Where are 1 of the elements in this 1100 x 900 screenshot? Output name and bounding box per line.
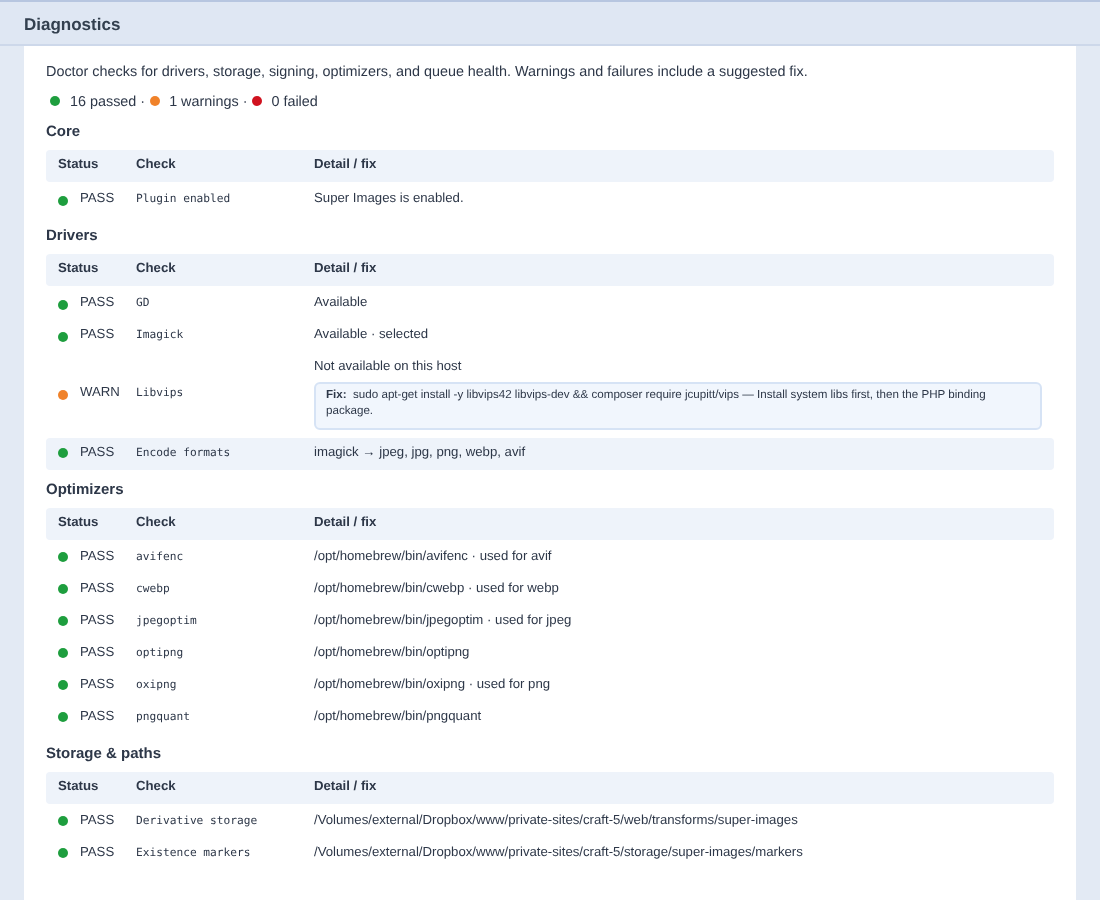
panel-title: Diagnostics [24,13,121,33]
